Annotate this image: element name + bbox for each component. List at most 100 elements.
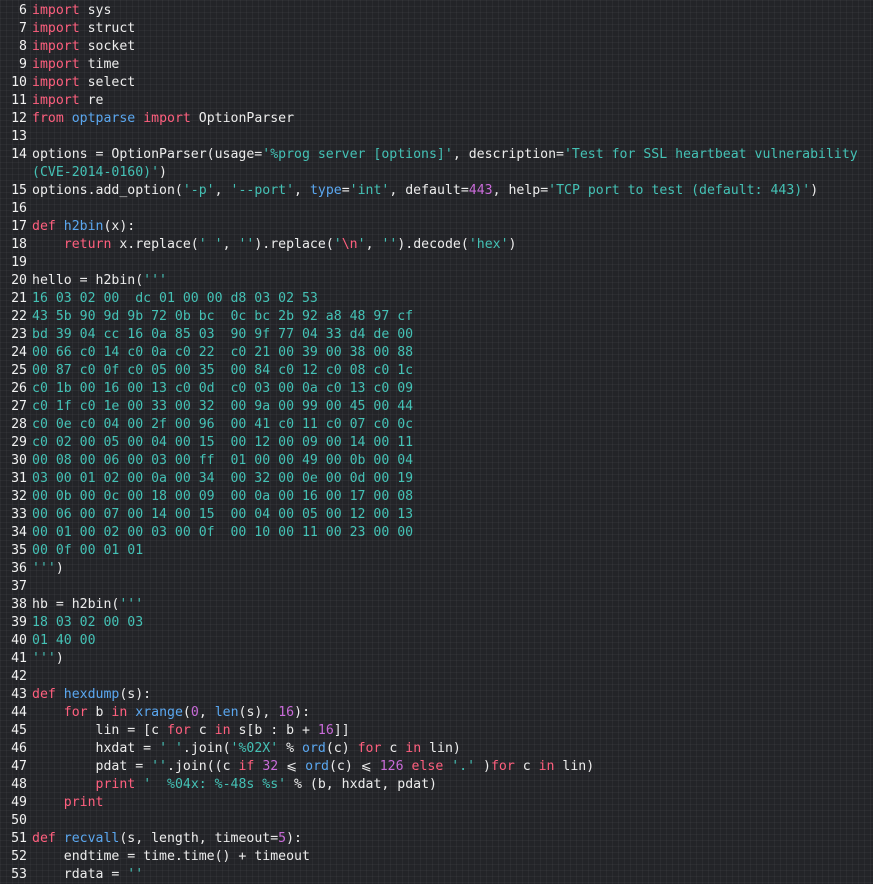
line-number: 39 [11, 615, 27, 630]
code-text: pdat = ''.join((c if 32 ⩽ ord(c) ⩽ 126 e… [32, 758, 873, 776]
code-line: 11 import re [0, 92, 873, 110]
line-number: 9 [19, 57, 27, 72]
code-token: ' %04x: %-48s %s' [143, 777, 287, 792]
code-token: re [79, 93, 104, 108]
code-line: 12 from optparse import OptionParser [0, 110, 873, 128]
code-token: ).replace( [254, 237, 334, 252]
code-line: 18 return x.replace(' ', '').replace('\n… [0, 236, 873, 254]
line-number: 45 [11, 723, 27, 738]
code-token: s[b : b + [230, 723, 318, 738]
code-line: 21 16 03 02 00 dc 01 00 00 d8 03 02 53 [0, 290, 873, 308]
code-token: ord [305, 759, 329, 774]
code-text: return x.replace(' ', '').replace('\n', … [32, 236, 873, 254]
code-line: 8 import socket [0, 38, 873, 56]
code-token: ) [55, 561, 64, 576]
code-line: 52 endtime = time.time() + timeout [0, 848, 873, 866]
code-text: c0 1b 00 16 00 13 c0 0d c0 03 00 0a c0 1… [32, 380, 873, 398]
code-text: 43 5b 90 9d 9b 72 0b bc 0c bc 2b 92 a8 4… [32, 308, 873, 326]
code-text: def recvall(s, length, timeout=5): [32, 830, 873, 848]
code-line: 35 00 0f 00 01 01 [0, 542, 873, 560]
code-token: ord [302, 741, 326, 756]
code-token: import [143, 111, 191, 126]
code-token: c [190, 723, 215, 738]
line-number: 53 [11, 867, 27, 882]
code-token: '--port' [230, 183, 295, 198]
code-token: '%02X' [230, 741, 279, 756]
line-number: 27 [11, 399, 27, 414]
code-text: hello = h2bin(''' [32, 272, 873, 290]
code-line: 22 43 5b 90 9d 9b 72 0b bc 0c bc 2b 92 a8… [0, 308, 873, 326]
line-number: 33 [11, 507, 27, 522]
line-number: 24 [11, 345, 27, 360]
code-token: 126 [379, 759, 404, 774]
code-text: endtime = time.time() + timeout [32, 848, 873, 866]
code-token: ' ' [198, 237, 223, 252]
code-token: 'TCP port to test (default: 443)' [548, 183, 811, 198]
code-token: ⩽ [278, 759, 306, 774]
code-line: 42 [0, 668, 873, 686]
code-token: in [214, 723, 231, 738]
code-token: , description= [452, 147, 564, 162]
code-token: ''' [32, 651, 56, 666]
line-number: 18 [11, 237, 27, 252]
code-line: 45 lin = [c for c in s[b : b + 16]] [0, 722, 873, 740]
code-token: , [294, 183, 310, 198]
code-token: else [411, 759, 444, 774]
code-token: 18 03 02 00 03 [32, 615, 144, 630]
line-number: 29 [11, 435, 27, 450]
line-number: 51 [11, 831, 27, 846]
line-number: 38 [11, 597, 27, 612]
code-text: c0 02 00 05 00 04 00 15 00 12 00 09 00 1… [32, 434, 873, 452]
code-token: OptionParser [190, 111, 295, 126]
code-token: import [32, 93, 80, 108]
code-token: return [63, 237, 112, 252]
code-token: = [341, 183, 350, 198]
code-token: 0 [190, 705, 199, 720]
code-text: 16 03 02 00 dc 01 00 00 d8 03 02 53 [32, 290, 873, 308]
code-token: xrange [135, 705, 183, 720]
code-line: 19 [0, 254, 873, 272]
code-token: ''' [32, 561, 56, 576]
line-number: 35 [11, 543, 27, 558]
code-token: ).decode( [397, 237, 469, 252]
code-token: lin) [554, 759, 595, 774]
line-number: 6 [19, 3, 27, 18]
code-token: (s): [119, 687, 152, 702]
code-line: 10 import select [0, 74, 873, 92]
code-token: 43 5b 90 9d 9b 72 0b bc 0c bc 2b 92 a8 4… [32, 309, 414, 324]
line-number: 48 [11, 777, 27, 792]
code-token: in [111, 705, 128, 720]
code-token: c0 1b 00 16 00 13 c0 0d c0 03 00 0a c0 1… [32, 381, 414, 396]
code-token: 16 [278, 705, 295, 720]
code-text: 00 08 00 06 00 03 00 ff 01 00 00 49 00 0… [32, 452, 873, 470]
code-token: , [198, 705, 215, 720]
code-line: 50 [0, 812, 873, 830]
code-line: 36 ''') [0, 560, 873, 578]
code-text: 18 03 02 00 03 [32, 614, 873, 632]
code-token: lin = [c [32, 723, 167, 738]
code-token: 'int' [349, 183, 390, 198]
code-token: lin) [421, 741, 461, 756]
code-line: 16 [0, 200, 873, 218]
code-token: pdat = [32, 759, 152, 774]
code-token: recvall [63, 831, 120, 846]
code-editor[interactable]: 6 import sys 7 import struct 8 import socket 9… [0, 2, 873, 884]
code-token: rdata = [32, 867, 128, 882]
code-line: 25 00 87 c0 0f c0 05 00 35 00 84 c0 12 c0… [0, 362, 873, 380]
code-token: 443 [468, 183, 493, 198]
code-line: 30 00 08 00 06 00 03 00 ff 01 00 00 49 00… [0, 452, 873, 470]
line-number: 22 [11, 309, 27, 324]
line-number: 52 [11, 849, 27, 864]
code-line: 47 pdat = ''.join((c if 32 ⩽ ord(c) ⩽ 12… [0, 758, 873, 776]
code-text: 00 06 00 07 00 14 00 15 00 04 00 05 00 1… [32, 506, 873, 524]
code-token: .join((c [167, 759, 239, 774]
code-token: ) [508, 237, 517, 252]
code-line: 40 01 40 00 [0, 632, 873, 650]
code-line: 43 def hexdump(s): [0, 686, 873, 704]
line-number: 31 [11, 471, 27, 486]
